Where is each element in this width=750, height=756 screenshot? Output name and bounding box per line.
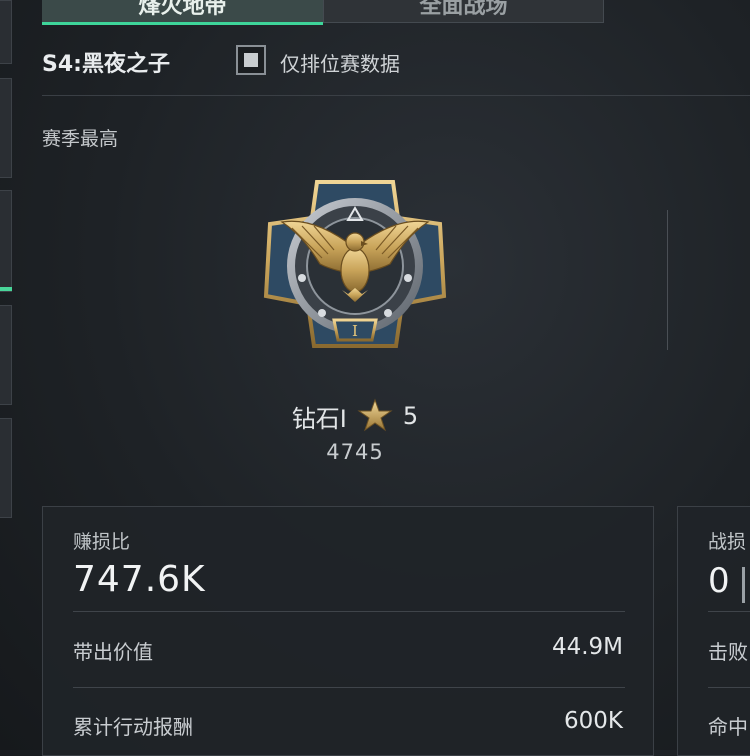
header-divider bbox=[42, 95, 750, 96]
eagle-rank-badge-icon: I bbox=[263, 180, 447, 348]
card-divider bbox=[708, 611, 750, 612]
rank-score: 4745 bbox=[326, 440, 384, 464]
rail-active-indicator bbox=[0, 287, 12, 291]
rank-name: 钻石I bbox=[291, 404, 347, 433]
rail-item-1[interactable] bbox=[0, 0, 12, 64]
season-title: S4:黑夜之子 bbox=[42, 52, 170, 77]
profit-loss-value: 747.6K bbox=[73, 559, 206, 600]
badge-tier-text: I bbox=[352, 322, 358, 340]
ranked-only-checkbox[interactable] bbox=[236, 45, 266, 75]
rank-line: 钻石I 5 bbox=[0, 398, 710, 434]
rank-stars: 5 bbox=[402, 402, 419, 430]
rail-item-3[interactable] bbox=[0, 190, 12, 292]
tab-label: 全面战场 bbox=[419, 0, 508, 19]
total-reward-value: 600K bbox=[564, 708, 623, 734]
tab-label: 烽火地带 bbox=[138, 0, 227, 19]
extracted-value: 44.9M bbox=[551, 634, 623, 660]
combat-label: 战损 bbox=[708, 531, 747, 553]
extracted-value-label: 带出价值 bbox=[73, 640, 153, 664]
star-icon bbox=[357, 398, 393, 432]
combat-value-bar bbox=[742, 567, 745, 603]
vertical-divider bbox=[667, 210, 668, 350]
hit-label: 命中 bbox=[708, 715, 748, 739]
kills-label: 击败 bbox=[708, 640, 748, 664]
combat-card: 战损 0 击败 命中 bbox=[677, 506, 750, 756]
rail-item-4[interactable] bbox=[0, 305, 12, 405]
tab-all-out-warfare[interactable]: 全面战场 bbox=[323, 0, 604, 23]
total-reward-label: 累计行动报酬 bbox=[73, 715, 193, 739]
card-divider bbox=[708, 687, 750, 688]
card-divider bbox=[73, 687, 625, 688]
ranked-only-label[interactable]: 仅排位赛数据 bbox=[280, 48, 400, 77]
rail-item-2[interactable] bbox=[0, 78, 12, 178]
profit-loss-label: 赚损比 bbox=[73, 531, 131, 553]
combat-value: 0 bbox=[708, 561, 730, 601]
tab-hazard-zone[interactable]: 烽火地带 bbox=[42, 0, 323, 25]
checkbox-mark bbox=[244, 53, 258, 67]
season-best-title: 赛季最高 bbox=[42, 128, 119, 150]
card-divider bbox=[73, 611, 625, 612]
profit-loss-card: 赚损比 747.6K 带出价值 44.9M 累计行动报酬 600K bbox=[42, 506, 654, 756]
